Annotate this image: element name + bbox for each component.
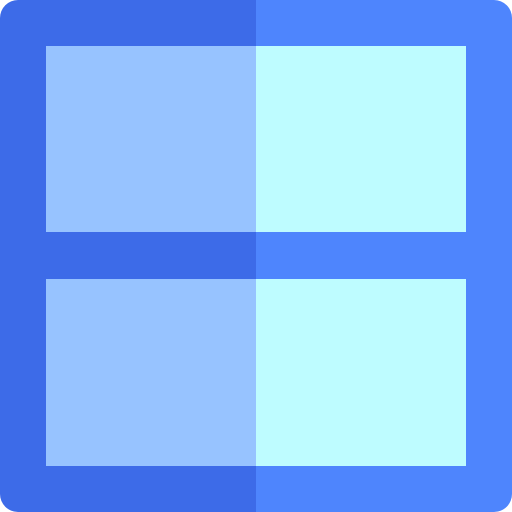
pane-top-left bbox=[46, 46, 256, 232]
pane-bottom-right bbox=[256, 279, 466, 466]
icon-canvas bbox=[0, 0, 512, 512]
pane-bottom-left bbox=[46, 279, 256, 466]
pane-top-right bbox=[256, 46, 466, 232]
window-grid-icon bbox=[0, 0, 512, 512]
